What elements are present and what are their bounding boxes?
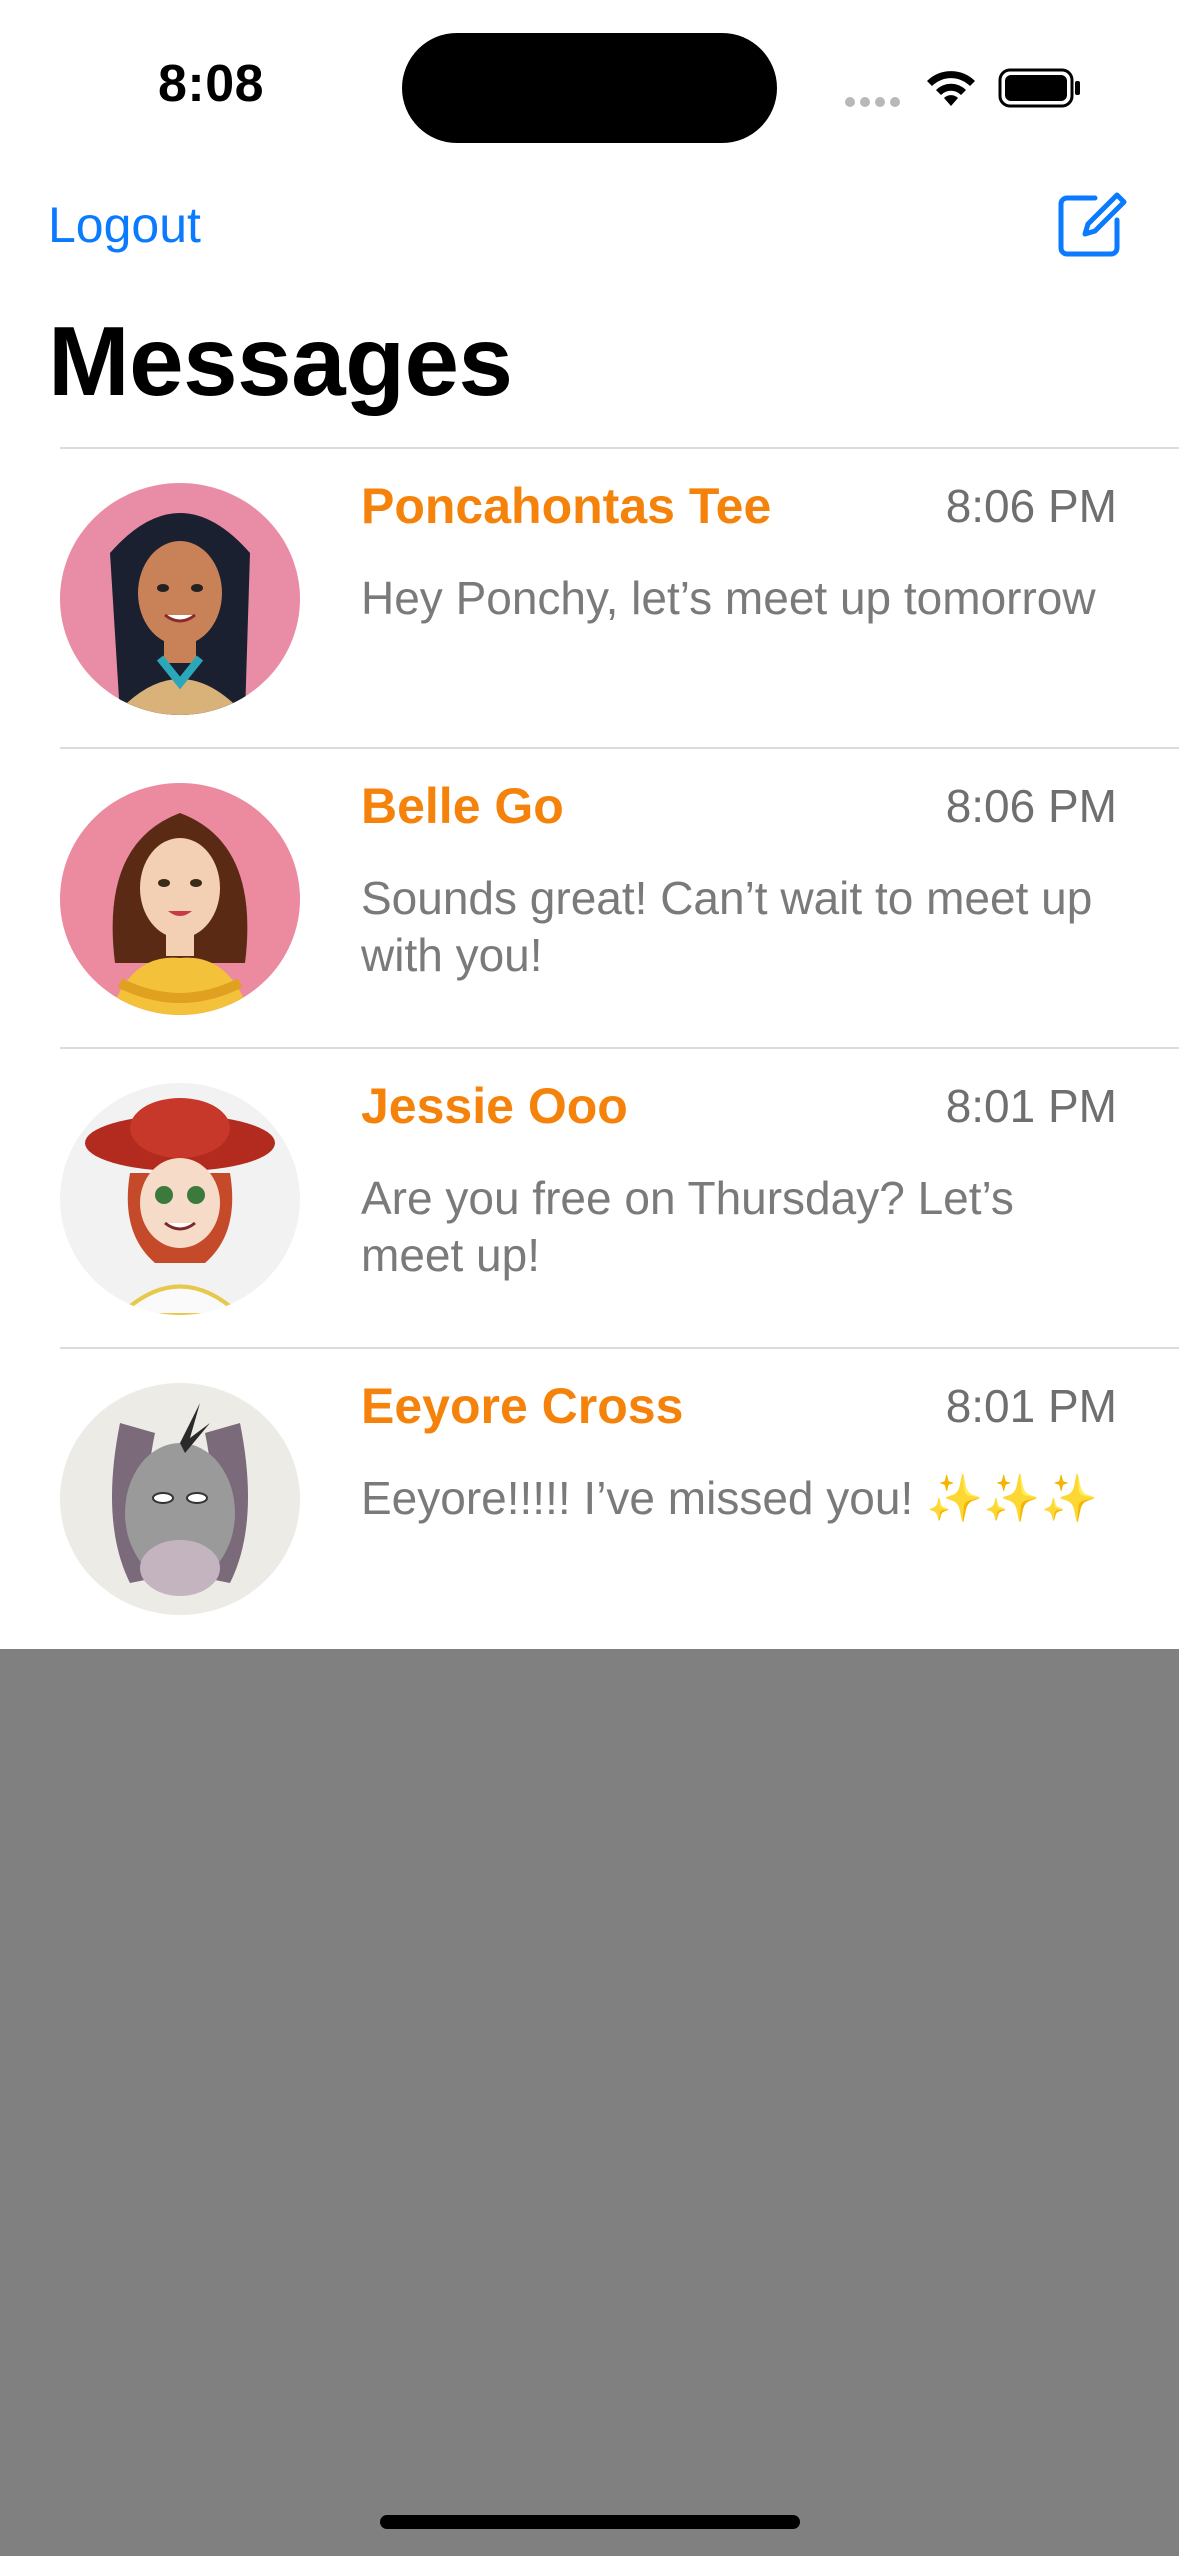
list-item[interactable]: Poncahontas Tee 8:06 PM Hey Ponchy, let’… (0, 447, 1179, 747)
message-preview: Are you free on Thursday? Let’s meet up! (361, 1172, 1014, 1281)
divider (60, 747, 1179, 749)
pocahontas-avatar-icon (60, 483, 300, 715)
contact-name: Eeyore Cross (361, 1378, 684, 1434)
jessie-avatar-icon (60, 1083, 300, 1315)
divider (60, 1347, 1179, 1349)
compose-icon[interactable] (1055, 188, 1127, 260)
status-time: 8:08 (158, 55, 265, 113)
message-preview: Sounds great! Can’t wait to meet up with… (361, 872, 1093, 981)
list-item[interactable]: Jessie Ooo 8:01 PM Are you free on Thurs… (0, 1047, 1179, 1347)
divider (60, 1047, 1179, 1049)
belle-avatar-icon (60, 783, 300, 1015)
list-item[interactable]: Eeyore Cross 8:01 PM Eeyore!!!!! I’ve mi… (0, 1347, 1179, 1647)
message-time: 8:01 PM (945, 1380, 1117, 1432)
dynamic-island (402, 33, 777, 143)
divider (60, 447, 1179, 449)
page-title: Messages (48, 306, 513, 416)
avatar (60, 1383, 300, 1615)
message-time: 8:06 PM (945, 780, 1117, 832)
message-time: 8:06 PM (945, 480, 1117, 532)
avatar (60, 783, 300, 1015)
message-preview: Hey Ponchy, let’s meet up tomorrow (361, 572, 1096, 624)
contact-name: Poncahontas Tee (361, 478, 772, 534)
contact-name: Jessie Ooo (361, 1078, 628, 1134)
logout-button[interactable]: Logout (48, 196, 201, 254)
contact-name: Belle Go (361, 778, 564, 834)
battery-icon (998, 68, 1080, 108)
avatar (60, 483, 300, 715)
eeyore-avatar-icon (60, 1383, 300, 1615)
home-indicator[interactable] (380, 2515, 800, 2529)
cellular-signal-icon (845, 94, 905, 107)
avatar (60, 1083, 300, 1315)
list-item[interactable]: Belle Go 8:06 PM Sounds great! Can’t wai… (0, 747, 1179, 1047)
message-time: 8:01 PM (945, 1080, 1117, 1132)
status-bar: 8:08 (0, 0, 1179, 170)
wifi-icon (927, 71, 975, 106)
message-preview: Eeyore!!!!! I’ve missed you! ✨✨✨ (361, 1472, 1098, 1524)
dimmed-overlay (0, 1649, 1179, 2556)
conversation-list: Poncahontas Tee 8:06 PM Hey Ponchy, let’… (0, 447, 1179, 1649)
